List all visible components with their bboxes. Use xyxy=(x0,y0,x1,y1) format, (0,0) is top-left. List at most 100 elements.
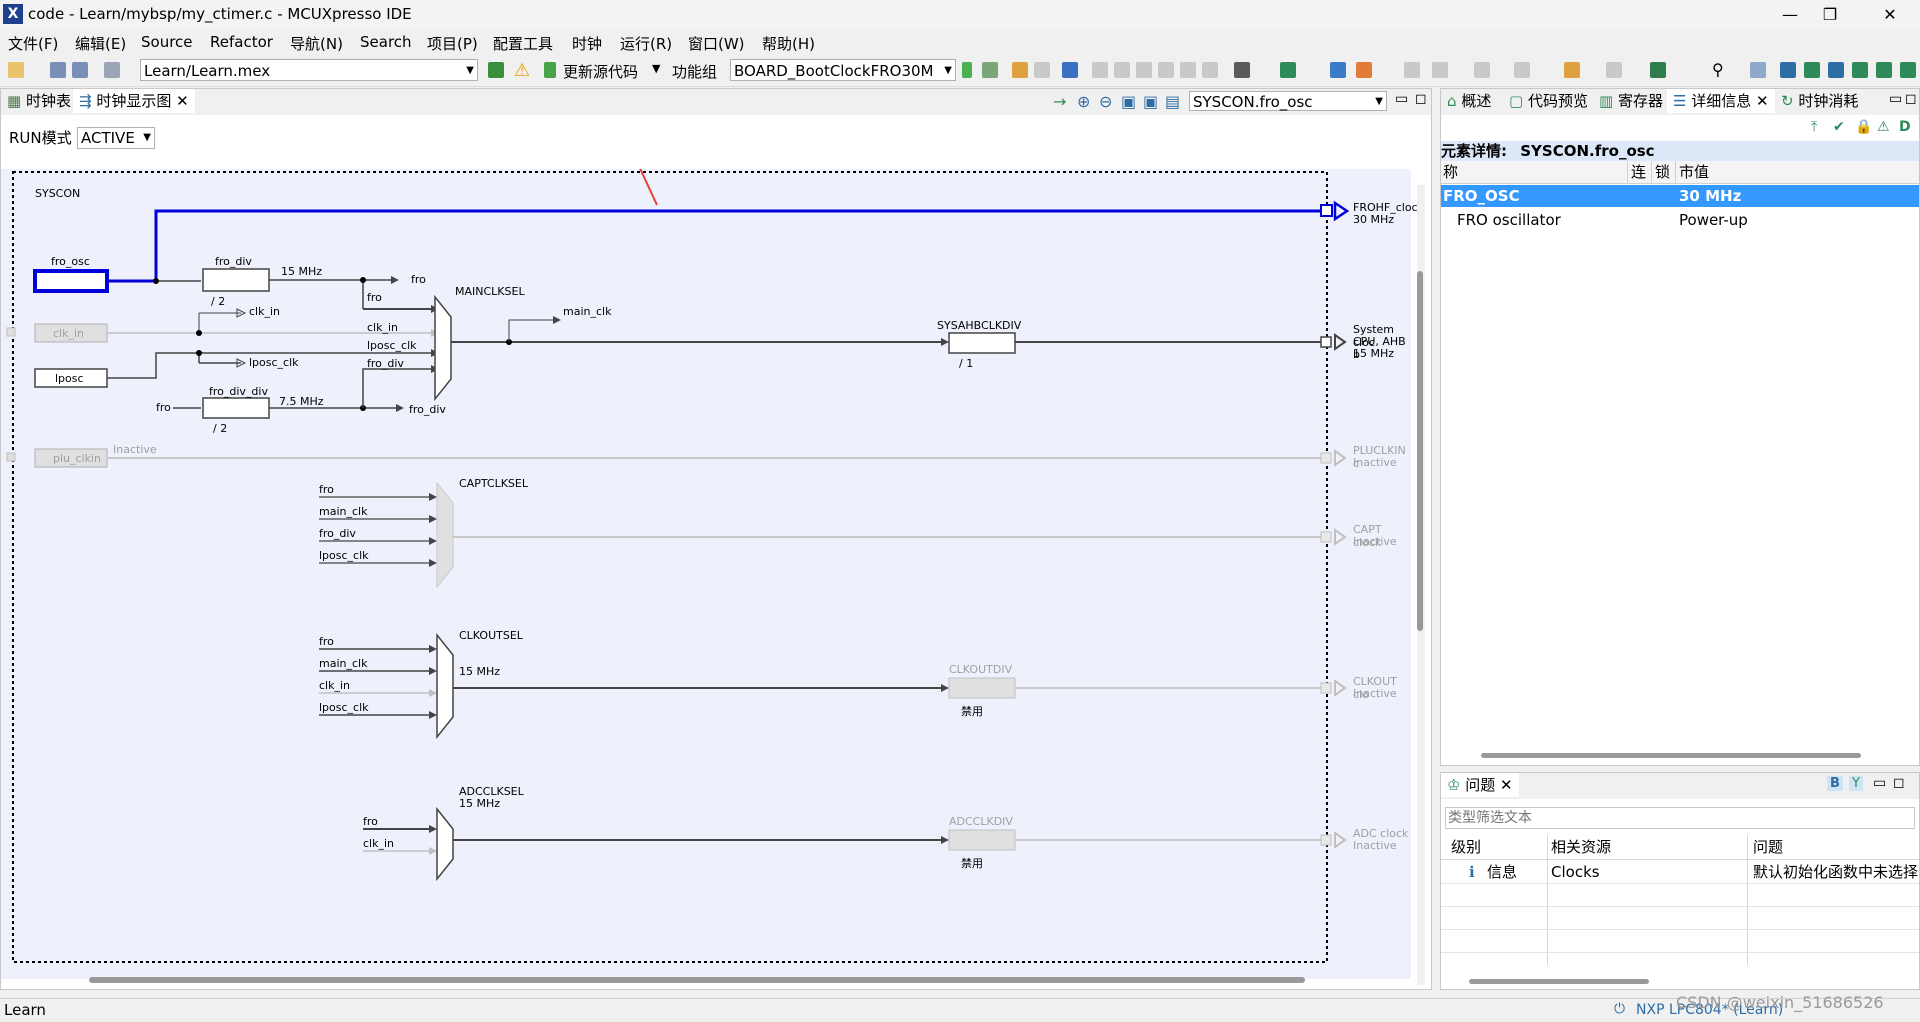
col-resource-header[interactable]: 相关资源 xyxy=(1551,835,1611,859)
menu-clocks[interactable]: 时钟 xyxy=(572,33,602,54)
close-icon[interactable]: ✕ xyxy=(1500,776,1513,794)
captclksel-mux[interactable] xyxy=(436,481,454,589)
col-link-header[interactable]: 连 xyxy=(1631,161,1646,183)
tee-icon[interactable] xyxy=(1876,62,1892,78)
vertical-scrollbar[interactable] xyxy=(1417,185,1425,985)
peripherals-icon[interactable] xyxy=(1852,62,1868,78)
monitor-icon[interactable] xyxy=(1062,62,1078,78)
menu-source[interactable]: Source xyxy=(141,33,193,51)
home-icon[interactable] xyxy=(488,62,504,78)
annotation-icon[interactable] xyxy=(1432,62,1448,78)
tab-problems[interactable]: ♔ 问题 ✕ xyxy=(1441,773,1519,797)
project-combo[interactable]: Learn/Learn.mex ▼ xyxy=(140,59,478,81)
tab-registers[interactable]: ▥ 寄存器 xyxy=(1593,89,1669,113)
arrow-right-icon[interactable]: → xyxy=(1053,92,1066,111)
minimize-view-icon[interactable]: ▭ xyxy=(1873,775,1886,791)
menu-window[interactable]: 窗口(W) xyxy=(688,33,745,54)
lock-icon[interactable]: 🔒 xyxy=(1855,119,1872,135)
clkoutsel-mux[interactable] xyxy=(436,632,454,740)
system-clock-pin[interactable] xyxy=(1320,336,1332,348)
update-code-button[interactable]: 更新源代码 xyxy=(563,61,638,82)
fro-div-div-box[interactable] xyxy=(202,397,270,419)
close-icon[interactable]: ✕ xyxy=(176,92,189,110)
bold-filter-icon[interactable]: B xyxy=(1827,776,1843,791)
pause-icon[interactable] xyxy=(1114,62,1130,78)
fit-icon[interactable]: ▣ xyxy=(1121,92,1136,111)
frohf-pin[interactable] xyxy=(1320,204,1333,217)
step-icon[interactable] xyxy=(1092,62,1108,78)
tab-clock-diagram[interactable]: ⇶ 时钟显示图 ✕ xyxy=(73,89,195,113)
menu-config-tools[interactable]: 配置工具 xyxy=(493,33,553,54)
zoom-in-icon[interactable]: ⊕ xyxy=(1077,92,1090,111)
export-icon[interactable]: ▣ xyxy=(1143,92,1158,111)
menu-edit[interactable]: 编辑(E) xyxy=(75,33,126,54)
prev-edit-icon[interactable] xyxy=(1564,62,1580,78)
zoom-out-icon[interactable]: ⊖ xyxy=(1099,92,1112,111)
menu-run[interactable]: 运行(R) xyxy=(620,33,672,54)
col-lock-header[interactable]: 锁 xyxy=(1655,161,1670,183)
tools-icon[interactable] xyxy=(1780,62,1796,78)
new-icon[interactable] xyxy=(8,62,24,78)
fro-osc-box[interactable] xyxy=(33,269,109,293)
clkoutdiv-box[interactable] xyxy=(948,677,1016,699)
horizontal-scrollbar-thumb[interactable] xyxy=(89,977,1305,983)
debug-icon[interactable] xyxy=(1280,62,1296,78)
back-icon[interactable] xyxy=(1514,62,1530,78)
disconnect-icon[interactable] xyxy=(1158,62,1174,78)
maximize-view-icon[interactable]: ◻ xyxy=(1893,775,1905,791)
maximize-view-icon[interactable]: ◻ xyxy=(1415,91,1427,107)
table-row[interactable]: ℹ 信息 Clocks 默认初始化函数中未选择 xyxy=(1441,861,1919,884)
binary-icon[interactable] xyxy=(104,62,120,78)
problems-scrollbar-thumb[interactable] xyxy=(1469,979,1649,984)
details-scrollbar-thumb[interactable] xyxy=(1481,753,1861,758)
run-icon[interactable] xyxy=(1330,62,1346,78)
maximize-button[interactable]: ❐ xyxy=(1800,0,1860,30)
update-code-icon[interactable] xyxy=(544,62,556,78)
step-into-icon[interactable] xyxy=(1180,62,1196,78)
close-window-button[interactable]: ✕ xyxy=(1860,0,1920,30)
menu-search[interactable]: Search xyxy=(360,33,412,51)
sysahbclkdiv-box[interactable] xyxy=(948,332,1016,354)
menu-file[interactable]: 文件(F) xyxy=(8,33,58,54)
menu-help[interactable]: 帮助(H) xyxy=(762,33,815,54)
col-issue-header[interactable]: 问题 xyxy=(1753,835,1783,859)
flag-icon[interactable] xyxy=(962,62,972,78)
col-name-header[interactable]: 称 xyxy=(1443,161,1458,183)
problems-filter-input[interactable] xyxy=(1445,807,1915,829)
minimize-view-icon[interactable]: ▭ xyxy=(1889,91,1902,107)
undo-icon[interactable] xyxy=(1012,62,1028,78)
mainclksel-mux[interactable] xyxy=(434,294,452,402)
warning-icon[interactable]: ⚠ xyxy=(1877,119,1890,135)
fro-div-box[interactable] xyxy=(202,268,270,292)
menu-project[interactable]: 项目(P) xyxy=(427,33,478,54)
vertical-scrollbar-thumb[interactable] xyxy=(1417,271,1423,631)
device-config-icon[interactable] xyxy=(1900,62,1916,78)
minimize-view-icon[interactable]: ▭ xyxy=(1395,91,1408,107)
d-icon[interactable]: D xyxy=(1899,119,1911,135)
forward-icon[interactable] xyxy=(1606,62,1622,78)
perspective-icon[interactable] xyxy=(1750,62,1766,78)
tab-code-preview[interactable]: ▢ 代码预览 xyxy=(1503,89,1594,113)
redo-icon[interactable] xyxy=(1034,62,1050,78)
open-external-icon[interactable] xyxy=(1650,62,1666,78)
external-tools-icon[interactable] xyxy=(1356,62,1372,78)
adcclksel-mux[interactable] xyxy=(436,806,454,882)
pins-icon[interactable] xyxy=(1804,62,1820,78)
maximize-view-icon[interactable]: ◻ xyxy=(1905,91,1917,107)
menu-navigate[interactable]: 导航(N) xyxy=(290,33,343,54)
nav-icon[interactable] xyxy=(1474,62,1490,78)
col-value-header[interactable]: 市值 xyxy=(1679,161,1709,183)
tab-clock-consumers[interactable]: ↻ 时钟消耗 xyxy=(1775,89,1864,113)
tab-clocks-table[interactable]: ▦ 时钟表 xyxy=(1,89,77,113)
func-group-combo[interactable]: BOARD_BootClockFRO30M ▼ xyxy=(730,59,956,81)
stop-icon[interactable] xyxy=(1136,62,1152,78)
col-level-header[interactable]: 级别 xyxy=(1451,835,1481,859)
close-icon[interactable]: ✕ xyxy=(1756,92,1769,110)
run-mode-combo[interactable]: ACTIVE ▼ xyxy=(77,127,155,149)
adcclkdiv-box[interactable] xyxy=(948,829,1016,851)
clocks-perspective-icon[interactable] xyxy=(1828,62,1844,78)
chip-icon[interactable] xyxy=(1234,62,1250,78)
table-row[interactable]: FRO oscillator Power-up xyxy=(1441,209,1919,231)
tab-details[interactable]: ☰ 详细信息 ✕ xyxy=(1667,89,1775,113)
step-over-icon[interactable] xyxy=(1202,62,1218,78)
